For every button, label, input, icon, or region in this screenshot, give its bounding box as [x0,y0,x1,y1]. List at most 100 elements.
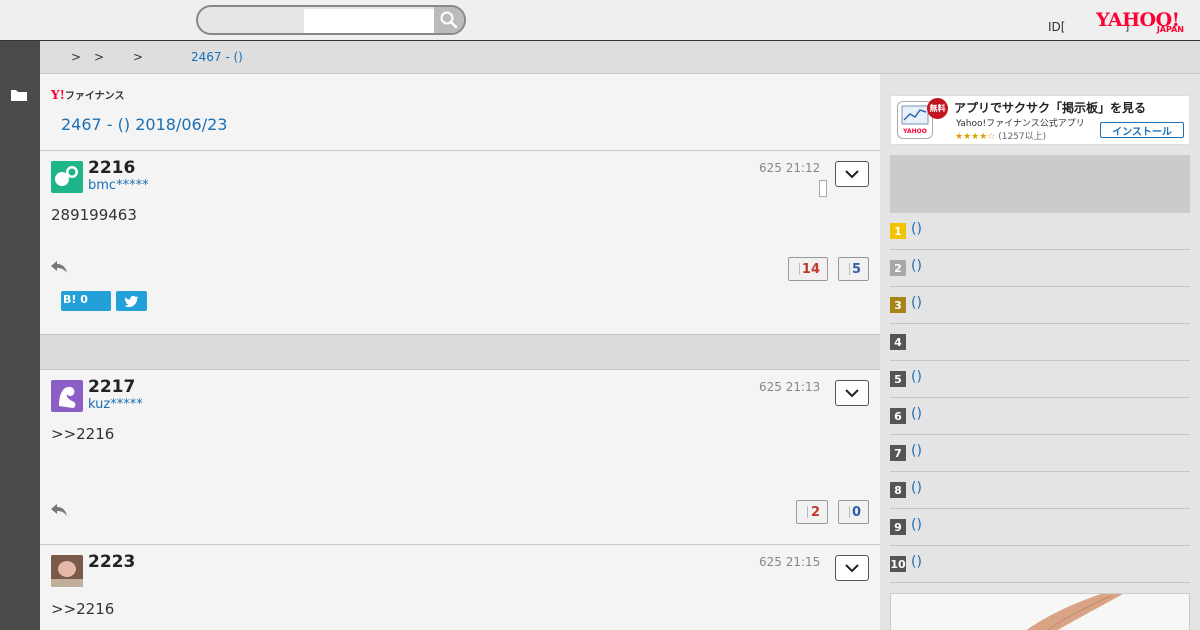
search-icon [440,11,458,29]
ranking-item[interactable]: 6 () [890,398,1190,435]
ad-placeholder [890,155,1190,213]
post-item: 2223 625 21:15 >>2216 [40,544,880,630]
board-title[interactable]: 2467 - () 2018/06/23 [61,115,227,134]
board-main: Y!ファイナンス 2467 - () 2018/06/23 2216 bmc**… [40,74,880,630]
dislike-button[interactable]: 0 [838,500,869,524]
app-install-banner[interactable]: YAHOO 無料 アプリでサクサク「掲示板」を見る Yahoo!ファイナンス公式… [890,95,1190,145]
report-flag[interactable] [819,180,827,197]
post-number[interactable]: 2216 [88,158,135,178]
logo-sub-text: JAPAN [1156,25,1184,34]
app-banner-subtitle: Yahoo!ファイナンス公式アプリ [956,119,1085,129]
like-button[interactable]: 2 [796,500,828,524]
avatar-chat-icon [55,166,78,186]
avatar[interactable] [51,380,83,412]
dislike-count: 5 [851,261,861,277]
chevron-down-icon [845,388,859,397]
post-menu-button[interactable] [835,555,869,581]
rank-number-badge: 10 [890,556,906,572]
app-banner-title: アプリでサクサク「掲示板」を見る [954,101,1147,115]
post-username[interactable]: kuz***** [88,397,143,412]
rank-number-badge: 1 [890,223,906,239]
dislike-count: 0 [851,504,861,520]
search-input[interactable] [304,9,434,33]
free-badge: 無料 [927,98,948,119]
post-menu-button[interactable] [835,161,869,187]
reply-icon[interactable] [50,259,68,275]
login-id-link[interactable]: ID[ [1048,20,1065,34]
post-timestamp: 625 21:12 [759,161,821,175]
post-number[interactable]: 2217 [88,377,135,397]
finance-logo-mark: Y! [51,88,65,102]
post-body: 289199463 [51,206,137,224]
finance-logo-text: ファイナンス [64,91,125,102]
rank-link-text[interactable]: () [911,258,922,274]
ranking-item[interactable]: 5 () [890,361,1190,398]
yahoo-finance-logo[interactable]: Y!ファイナンス [51,87,124,102]
svg-text:YAHOO: YAHOO [902,128,927,135]
rank-number-badge: 7 [890,445,906,461]
hatena-count: 0 [80,293,88,306]
post-item: 2217 kuz***** 625 21:13 >>2216 2 0 [40,369,880,545]
rank-link-text[interactable]: () [911,480,922,496]
rank-number-badge: 5 [890,371,906,387]
avatar-character-icon [59,386,76,408]
rank-link-text[interactable]: () [911,517,922,533]
like-count: 14 [801,261,820,277]
ranking-item[interactable]: 1 () [890,213,1190,250]
rank-link-text[interactable]: () [911,443,922,459]
install-button[interactable]: インストール [1100,122,1184,138]
right-sidebar: YAHOO 無料 アプリでサクサク「掲示板」を見る Yahoo!ファイナンス公式… [880,74,1200,630]
ad-arm-image [1026,594,1123,630]
rank-link-text[interactable]: () [911,369,922,385]
rating-count: (1257以上) [998,132,1047,142]
top-header: ID[ ] YAHOO! JAPAN [0,0,1200,41]
yahoo-japan-logo[interactable]: YAHOO! JAPAN [1096,9,1188,37]
post-menu-button[interactable] [835,380,869,406]
ad-separator-band [40,334,880,370]
rank-number-badge: 4 [890,334,906,350]
ranking-item[interactable]: 3 () [890,287,1190,324]
ranking-item[interactable]: 4 [890,324,1190,361]
rank-link-text[interactable]: () [911,406,922,422]
twitter-share-button[interactable] [116,291,147,311]
post-number[interactable]: 2223 [88,552,135,572]
like-button[interactable]: 14 [788,257,828,281]
avatar[interactable] [51,555,83,587]
folder-icon[interactable] [10,88,28,102]
breadcrumb-current[interactable]: 2467 - () [191,50,243,64]
search-button[interactable] [434,7,464,33]
search-bar [196,5,466,35]
sidebar-ad-image[interactable] [890,593,1190,630]
ranking-item[interactable]: 2 () [890,250,1190,287]
like-count: 2 [810,504,820,520]
avatar[interactable] [51,161,83,193]
rank-link-text[interactable]: () [911,295,922,311]
post-timestamp: 625 21:13 [759,380,821,394]
app-rating: ★★★★☆ (1257以上) [955,129,1046,142]
breadcrumb: > > > 2467 - () [40,41,1200,74]
hatena-bookmark-button[interactable]: B! 0 [61,291,111,311]
rating-stars: ★★★★☆ [955,132,996,142]
post-item: 2216 bmc***** 625 21:12 289199463 14 5 B… [40,150,880,334]
twitter-icon [124,295,139,307]
post-body: >>2216 [51,425,115,443]
ranking-item[interactable]: 8 () [890,472,1190,509]
breadcrumb-separator: > [71,50,82,64]
rank-number-badge: 8 [890,482,906,498]
breadcrumb-separator: > [133,50,144,64]
dislike-button[interactable]: 5 [838,257,869,281]
rank-number-badge: 9 [890,519,906,535]
ranking-item[interactable]: 7 () [890,435,1190,472]
rank-link-text[interactable]: () [911,221,922,237]
rank-number-badge: 2 [890,260,906,276]
hatena-label: B! [63,293,77,306]
rank-number-badge: 3 [890,297,906,313]
post-username[interactable]: bmc***** [88,178,149,193]
rank-number-badge: 6 [890,408,906,424]
rank-link-text[interactable]: () [911,554,922,570]
chevron-down-icon [845,169,859,178]
ranking-item[interactable]: 10 () [890,546,1190,583]
post-timestamp: 625 21:15 [759,555,821,569]
ranking-item[interactable]: 9 () [890,509,1190,546]
reply-icon[interactable] [50,502,68,518]
